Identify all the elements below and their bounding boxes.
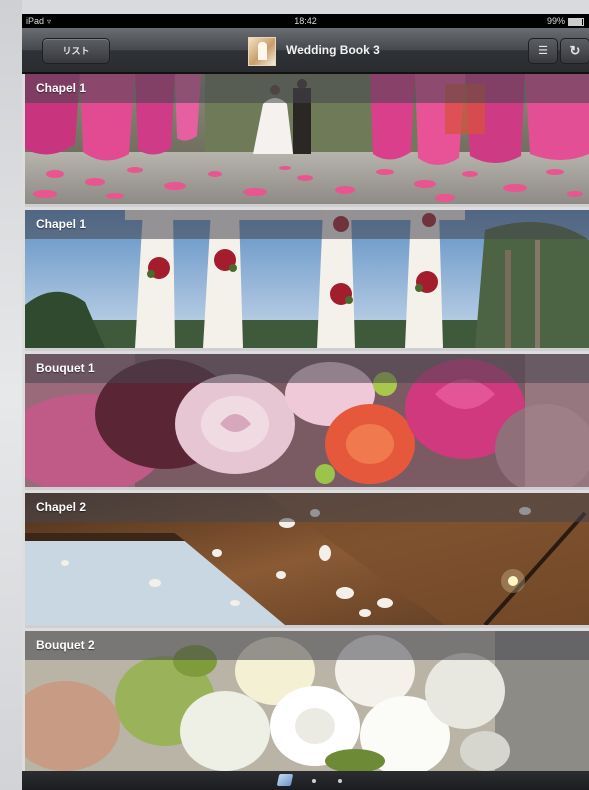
battery-icon [568,17,584,26]
panel-label: Chapel 2 [25,493,589,522]
panel-label: Chapel 1 [25,210,589,239]
ipad-screen: iPad▿ 18:42 99% リスト Wedding Book 3 ☰ ↻ [22,14,589,790]
status-bar: iPad ▿ 18:42 99% [22,14,589,28]
book-cover-thumbnail [248,37,276,66]
background-margin [0,0,22,790]
panel-label: Chapel 1 [25,74,589,103]
list-back-button[interactable]: リスト [42,38,110,64]
page-cube-icon[interactable] [276,774,294,786]
photo-panel-bouquet-1[interactable]: Bouquet 1 [25,354,589,490]
photo-panel-chapel-2[interactable]: Chapel 2 [25,493,589,628]
list-icon[interactable]: ☰ [528,38,558,64]
page-dot-3[interactable] [338,779,342,783]
photo-panel-chapel-1b[interactable]: Chapel 1 [25,210,589,351]
photo-strip-list: Chapel 1 Chapel 1 Bouquet 1 Chapel 2 Bou… [22,74,589,771]
refresh-icon[interactable]: ↻ [560,38,589,64]
page-title: Wedding Book 3 [286,43,380,57]
photo-panel-chapel-1[interactable]: Chapel 1 [25,74,589,207]
page-indicator-bar [22,771,589,790]
navigation-bar: リスト Wedding Book 3 ☰ ↻ [22,28,589,73]
status-battery: 99% [547,14,584,28]
panel-label: Bouquet 1 [25,354,589,383]
page-dot-2[interactable] [312,779,316,783]
status-time: 18:42 [294,16,317,26]
photo-panel-bouquet-2[interactable]: Bouquet 2 [25,631,589,771]
panel-label: Bouquet 2 [25,631,589,660]
battery-percent: 99% [546,16,565,26]
